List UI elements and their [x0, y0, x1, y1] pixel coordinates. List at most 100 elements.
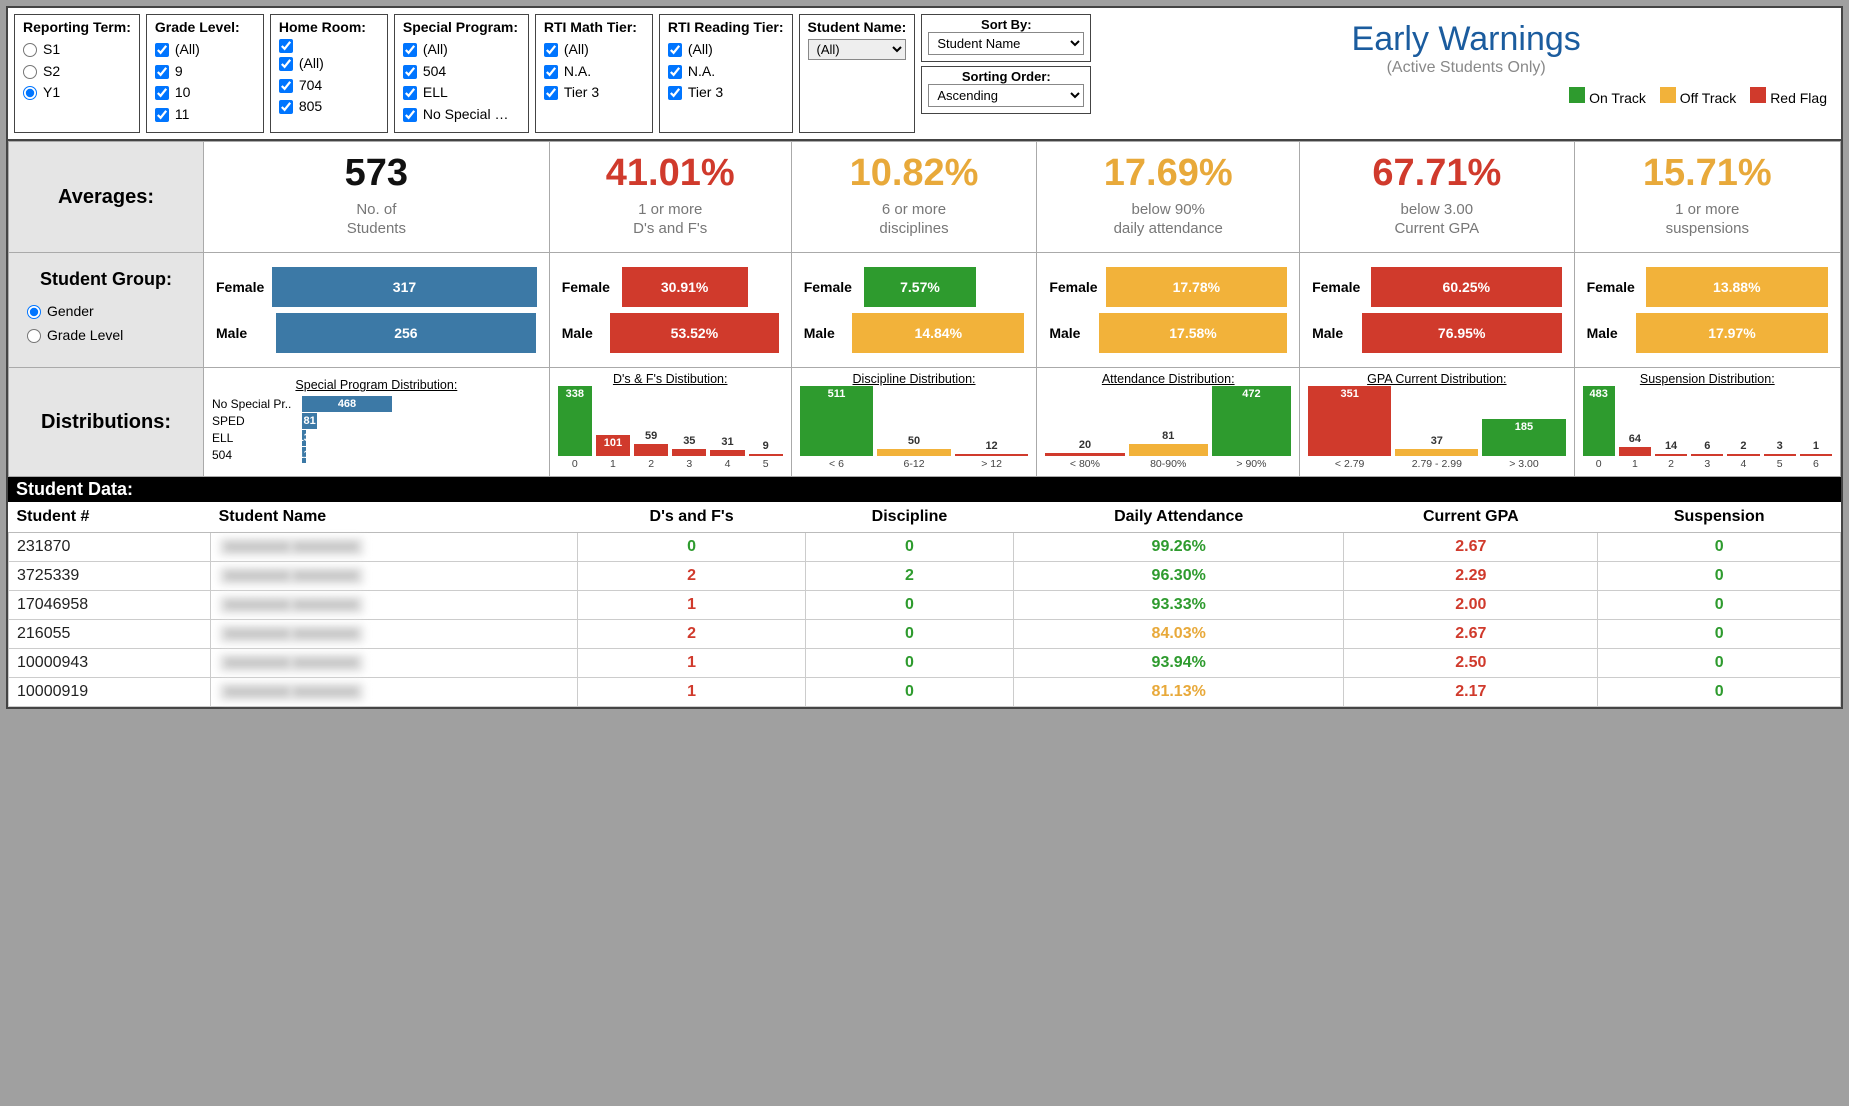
- group-bar-label: Male: [1312, 325, 1354, 341]
- group-bar: 317: [272, 267, 536, 307]
- legend-chip: [1660, 87, 1676, 103]
- hist-bar: 20: [1045, 453, 1124, 456]
- sorting-order-select[interactable]: Ascending: [928, 84, 1084, 107]
- filter-checkbox[interactable]: [544, 86, 558, 100]
- table-row[interactable]: 10000919 xxxxxxxx xxxxxxxx 1 0 81.13% 2.…: [9, 678, 1841, 707]
- sort-by-block: Sort By: Student Name: [921, 14, 1091, 62]
- hist-value: 31: [710, 436, 744, 448]
- group-bar: 7.57%: [864, 267, 977, 307]
- filter-checkbox[interactable]: [279, 57, 293, 71]
- filter-checkbox[interactable]: [279, 39, 293, 53]
- filter-checkbox[interactable]: [279, 100, 293, 114]
- filter-title: Reporting Term:: [23, 19, 131, 35]
- student-col-header[interactable]: Current GPA: [1344, 502, 1598, 533]
- dist-title: GPA Current Distribution:: [1308, 372, 1565, 386]
- student-col-header[interactable]: Discipline: [805, 502, 1013, 533]
- group-row: Student Group: GenderGrade Level Female …: [9, 253, 1841, 368]
- hist-bar: 6: [1691, 454, 1723, 456]
- filter-bar: Reporting Term: S1S2Y1 Grade Level: (All…: [8, 8, 1841, 141]
- table-row[interactable]: 3725339 xxxxxxxx xxxxxxxx 2 2 96.30% 2.2…: [9, 562, 1841, 591]
- hist-bar: 1: [1800, 454, 1832, 456]
- filter-checkbox[interactable]: [279, 79, 293, 93]
- filter-radio[interactable]: [23, 86, 37, 100]
- cell-df: 1: [578, 678, 806, 707]
- filter-home-room: Home Room: (All)704805: [270, 14, 388, 133]
- student-col-header[interactable]: Daily Attendance: [1014, 502, 1344, 533]
- filter-radio[interactable]: [23, 65, 37, 79]
- dist-title: Attendance Distribution:: [1045, 372, 1291, 386]
- filter-checkbox[interactable]: [668, 86, 682, 100]
- filter-title: Special Program:: [403, 19, 520, 35]
- metric-value: 17.69%: [1041, 152, 1295, 195]
- cell-df: 2: [578, 562, 806, 591]
- group-bar: 76.95%: [1362, 313, 1562, 353]
- filter-checkbox[interactable]: [155, 43, 169, 57]
- student-col-header[interactable]: Student Name: [211, 502, 578, 533]
- table-row[interactable]: 231870 xxxxxxxx xxxxxxxx 0 0 99.26% 2.67…: [9, 533, 1841, 562]
- metric-value: 10.82%: [796, 152, 1033, 195]
- student-id: 231870: [9, 533, 211, 562]
- hbar-label: SPED: [212, 414, 298, 428]
- group-bar: 60.25%: [1371, 267, 1562, 307]
- sort-by-select[interactable]: Student Name: [928, 32, 1084, 55]
- group-radio[interactable]: [27, 305, 41, 319]
- student-id: 17046958: [9, 591, 211, 620]
- filter-rti-math: RTI Math Tier: (All)N.A.Tier 3: [535, 14, 653, 133]
- filter-option-label: 10: [175, 82, 191, 104]
- filter-checkbox[interactable]: [403, 86, 417, 100]
- group-radio[interactable]: [27, 329, 41, 343]
- dist-title: Suspension Distribution:: [1583, 372, 1832, 386]
- filter-checkbox[interactable]: [668, 65, 682, 79]
- group-bar-label: Male: [1049, 325, 1091, 341]
- hbar-label: ELL: [212, 431, 298, 445]
- metrics-table: Averages: 573 No. ofStudents41.01% 1 or …: [8, 141, 1841, 478]
- table-row[interactable]: 10000943 xxxxxxxx xxxxxxxx 1 0 93.94% 2.…: [9, 649, 1841, 678]
- filter-option-label: Tier 3: [564, 82, 599, 104]
- distribution-cell: D's & F's Distibution: 338 0 101 1 59 2 …: [549, 368, 791, 477]
- student-id: 10000943: [9, 649, 211, 678]
- filter-checkbox[interactable]: [668, 43, 682, 57]
- student-col-header[interactable]: Suspension: [1598, 502, 1841, 533]
- cell-att: 81.13%: [1014, 678, 1344, 707]
- hist-value: 338: [558, 388, 592, 400]
- filter-checkbox[interactable]: [544, 65, 558, 79]
- group-bar: 13.88%: [1646, 267, 1828, 307]
- student-name-select[interactable]: (All): [808, 39, 907, 60]
- page-title: Early Warnings: [1105, 20, 1827, 59]
- cell-susp: 0: [1598, 591, 1841, 620]
- student-name: xxxxxxxx xxxxxxxx: [211, 649, 578, 678]
- cell-disc: 0: [805, 649, 1013, 678]
- filter-checkbox[interactable]: [403, 43, 417, 57]
- hist-value: 472: [1212, 388, 1291, 400]
- filter-rti-reading: RTI Reading Tier: (All)N.A.Tier 3: [659, 14, 793, 133]
- hist-value: 511: [800, 388, 874, 400]
- hist-bar: 483: [1583, 386, 1615, 456]
- metric-desc: No. ofStudents: [208, 201, 545, 239]
- filter-checkbox[interactable]: [155, 86, 169, 100]
- cell-susp: 0: [1598, 533, 1841, 562]
- filter-checkbox[interactable]: [403, 65, 417, 79]
- metric-cell: 573 No. ofStudents: [204, 141, 550, 253]
- hist-bar: 472: [1212, 386, 1291, 456]
- filter-option-label: (All): [564, 39, 589, 61]
- student-col-header[interactable]: Student #: [9, 502, 211, 533]
- group-bar-label: Male: [1587, 325, 1628, 341]
- table-row[interactable]: 216055 xxxxxxxx xxxxxxxx 2 0 84.03% 2.67…: [9, 620, 1841, 649]
- hist-bar: 2: [1727, 454, 1759, 456]
- group-bar-label: Female: [804, 279, 856, 295]
- filter-checkbox[interactable]: [403, 108, 417, 122]
- hist-x: < 6: [829, 458, 844, 470]
- filter-option-label: Y1: [43, 82, 60, 104]
- hist-value: 351: [1308, 388, 1391, 400]
- filter-radio[interactable]: [23, 43, 37, 57]
- filter-checkbox[interactable]: [544, 43, 558, 57]
- hist-x: 3: [686, 458, 692, 470]
- student-id: 216055: [9, 620, 211, 649]
- filter-checkbox[interactable]: [155, 108, 169, 122]
- student-col-header[interactable]: D's and F's: [578, 502, 806, 533]
- cell-df: 1: [578, 649, 806, 678]
- student-name: xxxxxxxx xxxxxxxx: [211, 678, 578, 707]
- filter-checkbox[interactable]: [155, 65, 169, 79]
- distributions-row: Distributions: Special Program Distribut…: [9, 368, 1841, 477]
- table-row[interactable]: 17046958 xxxxxxxx xxxxxxxx 1 0 93.33% 2.…: [9, 591, 1841, 620]
